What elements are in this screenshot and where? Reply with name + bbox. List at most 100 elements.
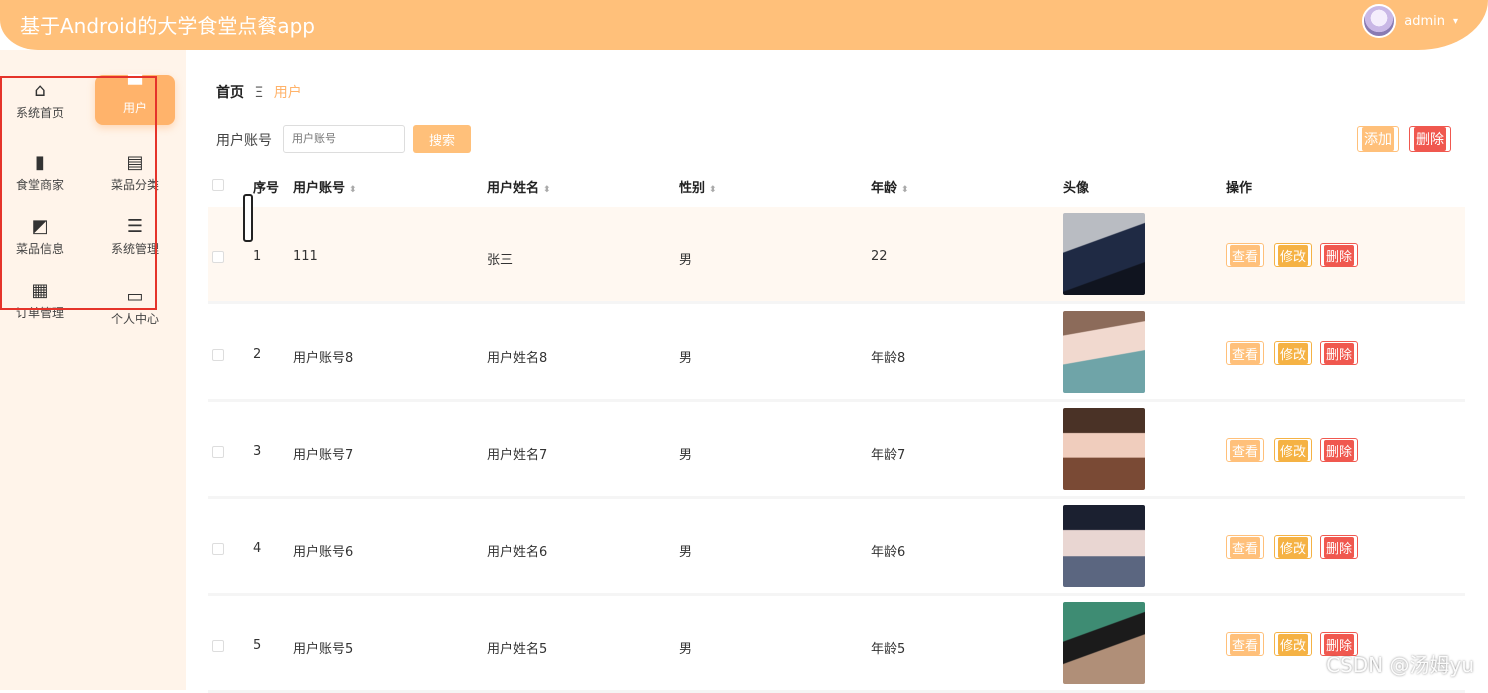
edit-button[interactable]: 修改	[1274, 341, 1312, 365]
cell-account: 用户账号8	[293, 347, 353, 366]
breadcrumb-current: 用户	[274, 85, 302, 101]
delete-button[interactable]: 删除	[1320, 341, 1358, 365]
edit-button[interactable]: 修改	[1274, 438, 1312, 462]
chevron-down-icon[interactable]: ▾	[1453, 16, 1458, 27]
sidebar-item-personal-center[interactable]: ▭ 个人中心	[95, 286, 175, 336]
sort-icon[interactable]: ⬍	[349, 185, 357, 195]
cell-account: 用户账号7	[293, 444, 353, 463]
cell-index: 3	[253, 444, 261, 459]
sidebar-item-order-management[interactable]: ▦ 订单管理	[0, 280, 80, 330]
view-button[interactable]: 查看	[1226, 243, 1264, 267]
edit-button[interactable]: 修改	[1274, 632, 1312, 656]
cell-account: 用户账号6	[293, 541, 353, 560]
app-header: 基于Android的大学食堂点餐app admin ▾	[0, 0, 1488, 50]
breadcrumb-separator-icon: Ξ	[254, 85, 263, 101]
cell-name: 用户姓名7	[487, 444, 547, 463]
delete-button[interactable]: 删除	[1320, 535, 1358, 559]
table-row: 3 用户账号7 用户姓名7 男 年龄7 查看 修改 删除	[208, 402, 1465, 499]
row-checkbox[interactable]	[212, 446, 224, 458]
grid-icon: ▦	[0, 280, 80, 302]
breadcrumb: 首页 Ξ 用户	[216, 82, 302, 102]
username[interactable]: admin	[1404, 14, 1445, 29]
breadcrumb-home[interactable]: 首页	[216, 85, 244, 101]
cell-account: 用户账号5	[293, 638, 353, 657]
row-checkbox[interactable]	[212, 543, 224, 555]
edit-label: 修改	[1278, 537, 1308, 558]
view-button[interactable]: 查看	[1226, 438, 1264, 462]
delete-button[interactable]: 删除	[1320, 438, 1358, 462]
home-icon: ⌂	[0, 80, 80, 102]
cell-age: 年龄5	[871, 638, 905, 657]
header-name[interactable]: 用户姓名 ⬍	[487, 177, 551, 196]
sidebar-item-label: 系统首页	[0, 104, 80, 121]
sidebar-item-label: 菜品分类	[95, 176, 175, 193]
table-row: 2 用户账号8 用户姓名8 男 年龄8 查看 修改 删除	[208, 305, 1465, 402]
user-photo	[1063, 213, 1145, 295]
view-label: 查看	[1230, 440, 1260, 461]
search-label: 用户账号	[216, 130, 272, 150]
edit-button[interactable]: 修改	[1274, 243, 1312, 267]
sidebar-item-users[interactable]: ▀ 用户	[95, 75, 175, 125]
sort-icon[interactable]: ⬍	[901, 185, 909, 195]
select-all-checkbox[interactable]	[212, 179, 224, 191]
cell-gender: 男	[679, 541, 692, 560]
cell-gender: 男	[679, 249, 692, 268]
sort-icon[interactable]: ⬍	[709, 185, 717, 195]
row-checkbox[interactable]	[212, 640, 224, 652]
sidebar-item-home[interactable]: ⌂ 系统首页	[0, 80, 80, 130]
edit-label: 修改	[1278, 343, 1308, 364]
sidebar-item-system-management[interactable]: ☰ 系统管理	[95, 216, 175, 266]
table-row: 5 用户账号5 用户姓名5 男 年龄5 查看 修改 删除	[208, 596, 1465, 693]
cell-age: 年龄7	[871, 444, 905, 463]
search-input[interactable]	[283, 125, 405, 153]
chart-icon: ◩	[0, 216, 80, 238]
header-age[interactable]: 年龄 ⬍	[871, 177, 909, 196]
books-icon: ▮	[0, 152, 80, 174]
user-photo	[1063, 408, 1145, 490]
cell-account: 111	[293, 249, 318, 264]
bulk-delete-button[interactable]: 删除	[1409, 126, 1451, 152]
user-menu[interactable]: admin ▾	[1362, 4, 1458, 38]
table-row: 1 111 张三 男 22 查看 修改 删除	[208, 207, 1465, 304]
header-account[interactable]: 用户账号⬍	[293, 177, 357, 196]
delete-label: 删除	[1324, 343, 1354, 364]
view-label: 查看	[1230, 634, 1260, 655]
sidebar-item-dish-categories[interactable]: ▤ 菜品分类	[95, 152, 175, 202]
view-button[interactable]: 查看	[1226, 535, 1264, 559]
cell-index: 4	[253, 541, 261, 556]
delete-button[interactable]: 删除	[1320, 243, 1358, 267]
user-icon: ▀	[95, 75, 175, 97]
header-gender-label: 性别	[679, 181, 705, 196]
sidebar-item-canteen-merchants[interactable]: ▮ 食堂商家	[0, 152, 80, 202]
sliders-icon: ☰	[95, 216, 175, 238]
table-row: 4 用户账号6 用户姓名6 男 年龄6 查看 修改 删除	[208, 499, 1465, 596]
row-checkbox[interactable]	[212, 251, 224, 263]
delete-label: 删除	[1324, 245, 1354, 266]
row-checkbox[interactable]	[212, 349, 224, 361]
search-button[interactable]: 搜索	[413, 125, 471, 153]
header-name-label: 用户姓名	[487, 181, 539, 196]
sort-icon[interactable]: ⬍	[543, 185, 551, 195]
header-index: 序号	[253, 177, 279, 196]
view-button[interactable]: 查看	[1226, 632, 1264, 656]
cell-index: 5	[253, 638, 261, 653]
watermark: CSDN @汤姆yu	[1326, 649, 1474, 678]
sidebar-item-dish-info[interactable]: ◩ 菜品信息	[0, 216, 80, 266]
add-button[interactable]: 添加	[1357, 126, 1399, 152]
edit-label: 修改	[1278, 634, 1308, 655]
sidebar-item-label: 菜品信息	[0, 240, 80, 257]
delete-label: 删除	[1324, 440, 1354, 461]
edit-button[interactable]: 修改	[1274, 535, 1312, 559]
edit-label: 修改	[1278, 440, 1308, 461]
sidebar-item-label: 个人中心	[95, 310, 175, 327]
cell-age: 22	[871, 249, 888, 264]
cell-name: 张三	[487, 249, 513, 268]
view-button[interactable]: 查看	[1226, 341, 1264, 365]
header-gender[interactable]: 性别 ⬍	[679, 177, 717, 196]
sidebar-item-label: 用户	[95, 99, 175, 116]
add-button-label: 添加	[1362, 127, 1394, 151]
avatar[interactable]	[1362, 4, 1396, 38]
header-age-label: 年龄	[871, 181, 897, 196]
card-icon: ▭	[95, 286, 175, 308]
sidebar: ⌂ 系统首页 ▀ 用户 ▮ 食堂商家 ▤ 菜品分类 ◩ 菜品信息 ☰ 系统管理 …	[0, 50, 186, 690]
